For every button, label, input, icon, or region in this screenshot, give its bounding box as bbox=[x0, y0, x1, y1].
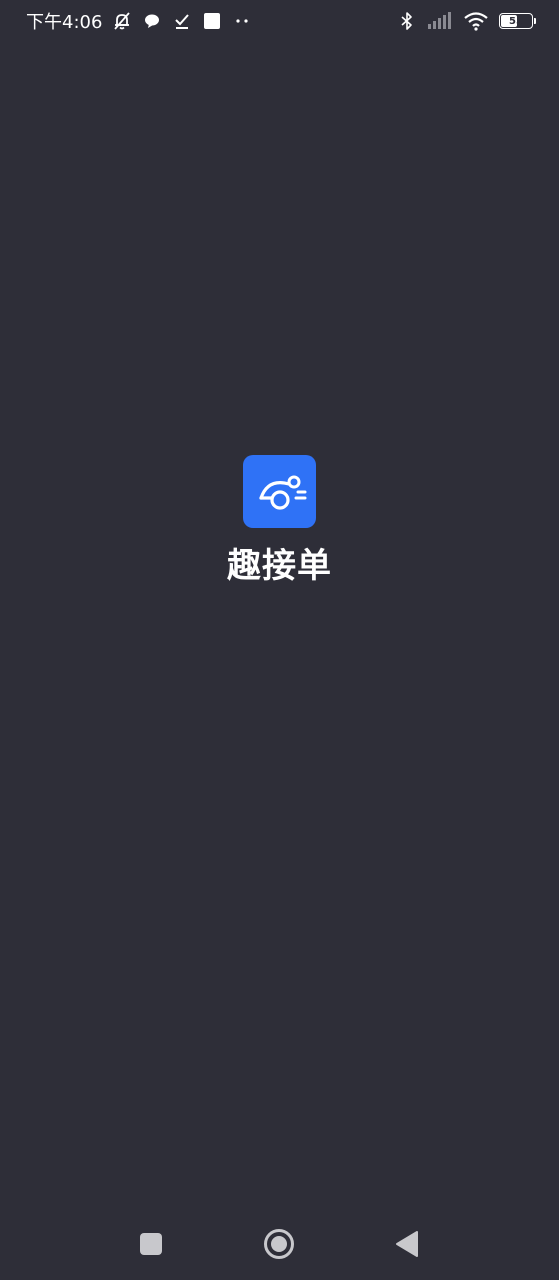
status-bar-right: 55 bbox=[397, 11, 536, 31]
app-name: 趣接单 bbox=[227, 546, 332, 586]
status-bar: 下午4:06 55 bbox=[0, 0, 559, 42]
navigation-bar bbox=[0, 1210, 559, 1280]
status-time: 下午4:06 bbox=[26, 12, 103, 33]
back-button[interactable] bbox=[389, 1226, 425, 1262]
splash-screen: 下午4:06 55 趣接单 bbox=[0, 0, 559, 1280]
recent-apps-icon bbox=[140, 1233, 162, 1255]
square-notification-icon bbox=[202, 11, 222, 31]
app-logo-icon bbox=[243, 455, 316, 528]
muted-bell-icon bbox=[112, 11, 132, 31]
download-check-icon bbox=[172, 11, 192, 31]
splash-content: 趣接单 bbox=[0, 455, 559, 587]
home-icon bbox=[264, 1229, 294, 1259]
recent-apps-button[interactable] bbox=[133, 1226, 169, 1262]
wifi-icon bbox=[463, 11, 489, 31]
home-button[interactable] bbox=[261, 1226, 297, 1262]
signal-icon bbox=[427, 11, 453, 31]
status-bar-left: 下午4:06 bbox=[26, 8, 252, 34]
battery-icon: 55 bbox=[499, 13, 536, 29]
battery-level: 55 bbox=[509, 15, 523, 27]
bluetooth-icon bbox=[397, 11, 417, 31]
more-dots-icon bbox=[232, 11, 252, 31]
back-icon bbox=[396, 1231, 418, 1257]
chat-bubble-icon bbox=[142, 11, 162, 31]
